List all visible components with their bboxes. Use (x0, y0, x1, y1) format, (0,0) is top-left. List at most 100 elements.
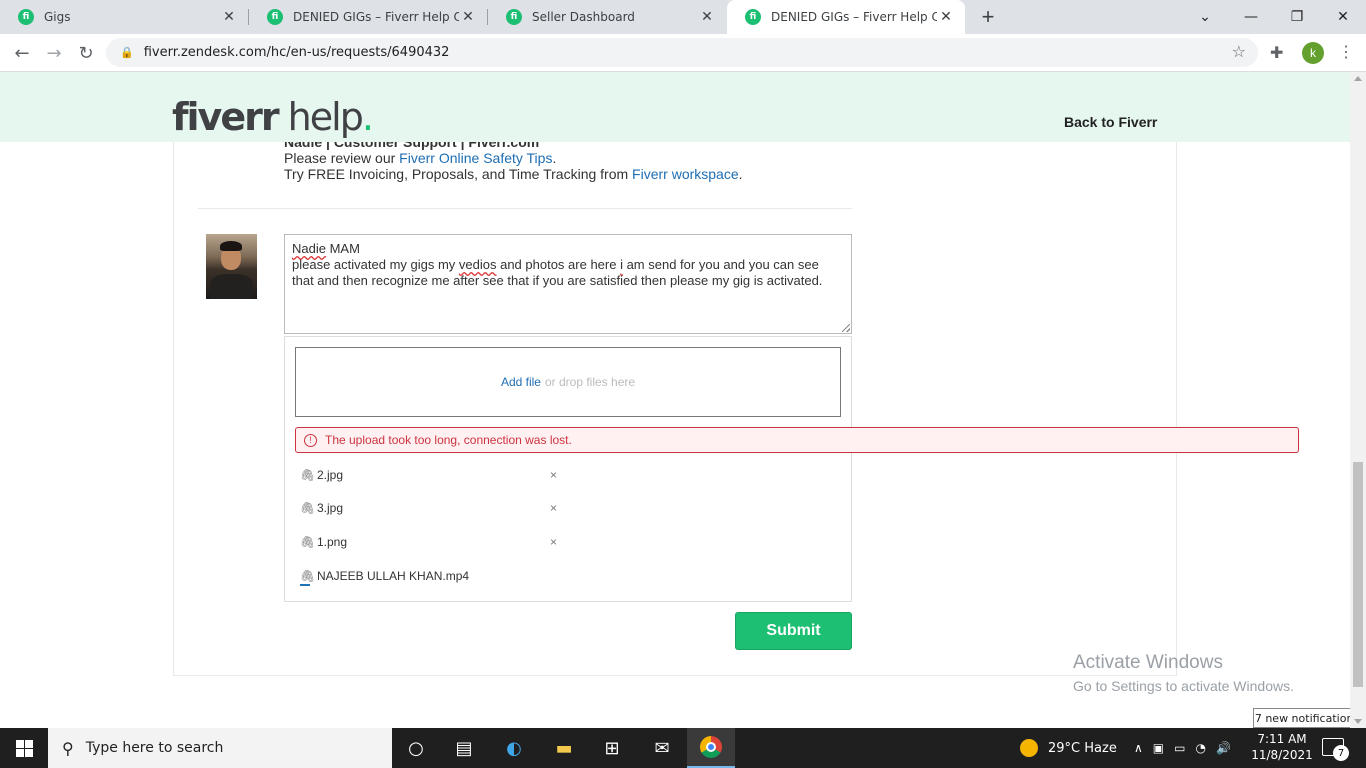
remove-attachment-button[interactable]: × (550, 501, 557, 515)
taskbar-search-box[interactable]: ⚲ Type here to search (48, 728, 392, 768)
signature-text: Please review our (284, 150, 400, 166)
weather-text: 29°C Haze (1048, 740, 1117, 756)
workspace-link[interactable]: Fiverr workspace (632, 166, 739, 182)
close-icon[interactable]: ✕ (937, 9, 955, 25)
reply-textarea[interactable]: Nadie MAM please activated my gigs my ve… (284, 234, 852, 334)
system-clock[interactable]: 7:11 AM 11/8/2021 (1248, 731, 1316, 763)
tab-search-chevron-icon[interactable]: ⌄ (1182, 0, 1228, 34)
tab-denied-gigs-active[interactable]: fi DENIED GIGs – Fiverr Help Cente ✕ (727, 0, 965, 34)
weather-haze-icon (1020, 739, 1038, 757)
drop-hint: or drop files here (544, 375, 636, 389)
close-icon[interactable]: ✕ (220, 9, 238, 25)
avatar-hair (220, 241, 242, 251)
attachment-item: 🖇 1.png × (300, 533, 560, 551)
logo-fiverr: fiverr (172, 95, 280, 139)
restore-icon[interactable]: ❐ (1274, 0, 1320, 34)
address-bar[interactable]: 🔒 fiverr.zendesk.com/hc/en-us/requests/6… (106, 38, 1258, 67)
avatar-shirt (210, 274, 253, 299)
user-avatar (206, 234, 257, 299)
attachment-name: NAJEEB ULLAH KHAN.mp4 (317, 569, 470, 583)
comment-divider (198, 208, 852, 209)
tab-denied-gigs-1[interactable]: fi DENIED GIGs – Fiverr Help Cente ✕ (249, 0, 487, 34)
chrome-icon (700, 736, 722, 758)
windows-taskbar: ⚲ Type here to search ○ ▤ ◐ ▬ ⊞ ✉ 29°C H… (0, 728, 1366, 768)
profile-avatar[interactable]: k (1302, 42, 1324, 64)
new-tab-plus-icon[interactable]: + (976, 4, 1000, 29)
signature-workspace-line: Try FREE Invoicing, Proposals, and Time … (284, 166, 743, 182)
paperclip-icon: 🖇 (300, 501, 316, 515)
watermark-title: Activate Windows (1073, 652, 1223, 673)
file-dropzone[interactable]: Add file or drop files here (295, 347, 841, 417)
tab-title: DENIED GIGs – Fiverr Help Cente (771, 10, 937, 24)
tab-gigs[interactable]: fi Gigs ✕ (0, 0, 248, 34)
close-icon[interactable]: ✕ (698, 9, 716, 25)
system-tray: ∧ ▣ ▭ ◔ 🔊 (1134, 728, 1231, 768)
remove-attachment-button[interactable]: × (550, 468, 557, 482)
menu-kebab-icon[interactable]: ⋮ (1338, 42, 1354, 62)
submit-button[interactable]: Submit (735, 612, 852, 650)
tab-title: DENIED GIGs – Fiverr Help Cente (293, 10, 459, 24)
attachment-item: 🖇 3.jpg × (300, 499, 560, 517)
fiverr-help-logo[interactable]: fiverr help. (172, 95, 374, 139)
logo-help: help (277, 95, 364, 139)
action-center-icon[interactable]: 7 (1322, 738, 1349, 761)
wifi-icon[interactable]: ◔ (1195, 741, 1205, 755)
volume-icon[interactable]: 🔊 (1216, 741, 1231, 755)
spellcheck-word: Nadie (292, 241, 326, 256)
edge-browser-icon[interactable]: ◐ (490, 728, 538, 768)
page-scrollbar[interactable] (1350, 72, 1366, 728)
paperclip-icon: 🖇 (300, 468, 316, 482)
search-placeholder: Type here to search (85, 740, 224, 756)
extensions-puzzle-icon[interactable]: ✚ (1270, 43, 1283, 63)
reply-text: please activated my gigs my (292, 257, 459, 272)
bookmark-star-icon[interactable]: ☆ (1232, 42, 1246, 61)
site-header: fiverr help. Back to Fiverr (0, 72, 1350, 142)
task-view-icon[interactable]: ▤ (440, 728, 488, 768)
scroll-thumb[interactable] (1353, 462, 1363, 687)
minimize-icon[interactable]: — (1228, 0, 1274, 34)
back-arrow-icon[interactable]: ← (10, 41, 34, 65)
signature-safety-line: Please review our Fiverr Online Safety T… (284, 150, 743, 166)
fiverr-favicon-icon: fi (506, 9, 522, 25)
tab-title: Gigs (44, 10, 71, 24)
safety-tips-link[interactable]: Fiverr Online Safety Tips (399, 150, 552, 166)
clock-time: 7:11 AM (1257, 732, 1307, 746)
paperclip-icon: 🖇 (300, 569, 316, 583)
meet-now-icon[interactable]: ▣ (1153, 741, 1164, 755)
close-window-icon[interactable]: ✕ (1320, 0, 1366, 34)
windows-logo-icon (15, 739, 33, 757)
mail-icon[interactable]: ✉ (638, 728, 686, 768)
remove-attachment-button[interactable]: × (550, 535, 557, 549)
reply-text: MAM (325, 241, 360, 256)
fiverr-favicon-icon: fi (745, 9, 761, 25)
start-button[interactable] (0, 728, 48, 768)
url-text: fiverr.zendesk.com/hc/en-us/requests/649… (143, 45, 450, 60)
microsoft-store-icon[interactable]: ⊞ (588, 728, 636, 768)
reload-icon[interactable]: ↻ (74, 41, 98, 65)
battery-icon[interactable]: ▭ (1174, 741, 1185, 755)
add-file-link[interactable]: Add file (501, 375, 541, 389)
spellcheck-word: vedios (458, 257, 497, 272)
attachment-name: 2.jpg (317, 468, 344, 482)
error-circle-icon: ! (304, 433, 317, 447)
scroll-down-arrow-icon[interactable] (1354, 719, 1362, 724)
tab-seller-dashboard[interactable]: fi Seller Dashboard ✕ (488, 0, 726, 34)
resize-handle[interactable] (842, 324, 850, 332)
logo-dot: . (361, 95, 374, 139)
weather-widget[interactable]: 29°C Haze (1020, 728, 1117, 768)
chrome-taskbar-icon[interactable] (687, 728, 735, 768)
file-explorer-icon[interactable]: ▬ (540, 728, 588, 768)
upload-progress-bar (300, 584, 310, 586)
watermark-subtitle: Go to Settings to activate Windows. (1073, 678, 1294, 694)
chevron-up-icon[interactable]: ∧ (1134, 741, 1143, 755)
tab-strip: fi Gigs ✕ fi DENIED GIGs – Fiverr Help C… (0, 0, 1366, 34)
cortana-circle-icon[interactable]: ○ (392, 728, 440, 768)
forward-arrow-icon[interactable]: → (42, 41, 66, 65)
attachment-item-uploading: 🖇 NAJEEB ULLAH KHAN.mp4 (300, 567, 560, 586)
search-icon: ⚲ (62, 738, 74, 758)
browser-toolbar: ← → ↻ 🔒 fiverr.zendesk.com/hc/en-us/requ… (0, 34, 1366, 72)
scroll-up-arrow-icon[interactable] (1354, 76, 1362, 81)
back-to-fiverr-link[interactable]: Back to Fiverr (1064, 114, 1157, 130)
close-icon[interactable]: ✕ (459, 9, 477, 25)
notifications-toast[interactable]: 7 new notifications (1253, 708, 1350, 728)
